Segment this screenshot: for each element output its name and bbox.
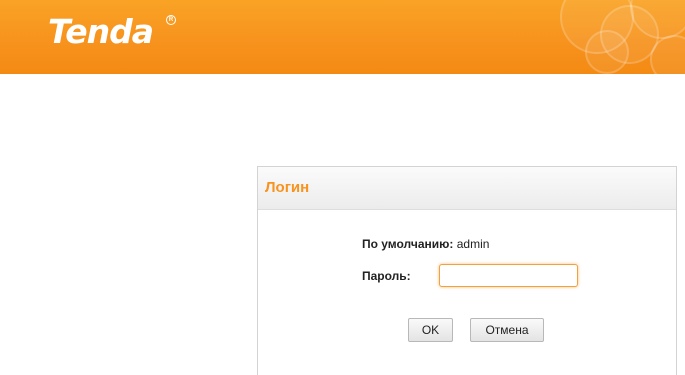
default-label: По умолчанию: <box>362 237 454 251</box>
default-value: admin <box>456 237 490 251</box>
ok-button[interactable]: OK <box>408 318 453 342</box>
top-banner: Tenda R <box>0 0 685 74</box>
registered-mark-icon: R <box>166 15 176 25</box>
default-credentials-row: По умолчанию: admin <box>362 237 489 251</box>
login-dialog: Логин По умолчанию: admin Пароль: OK Отм… <box>257 166 677 375</box>
cancel-button[interactable]: Отмена <box>470 318 544 342</box>
password-input[interactable] <box>439 264 578 287</box>
login-title: Логин <box>265 179 310 196</box>
decorative-bubble <box>585 30 629 74</box>
tenda-logo: Tenda <box>48 12 154 51</box>
login-dialog-header: Логин <box>258 167 676 210</box>
password-label: Пароль: <box>362 269 411 283</box>
